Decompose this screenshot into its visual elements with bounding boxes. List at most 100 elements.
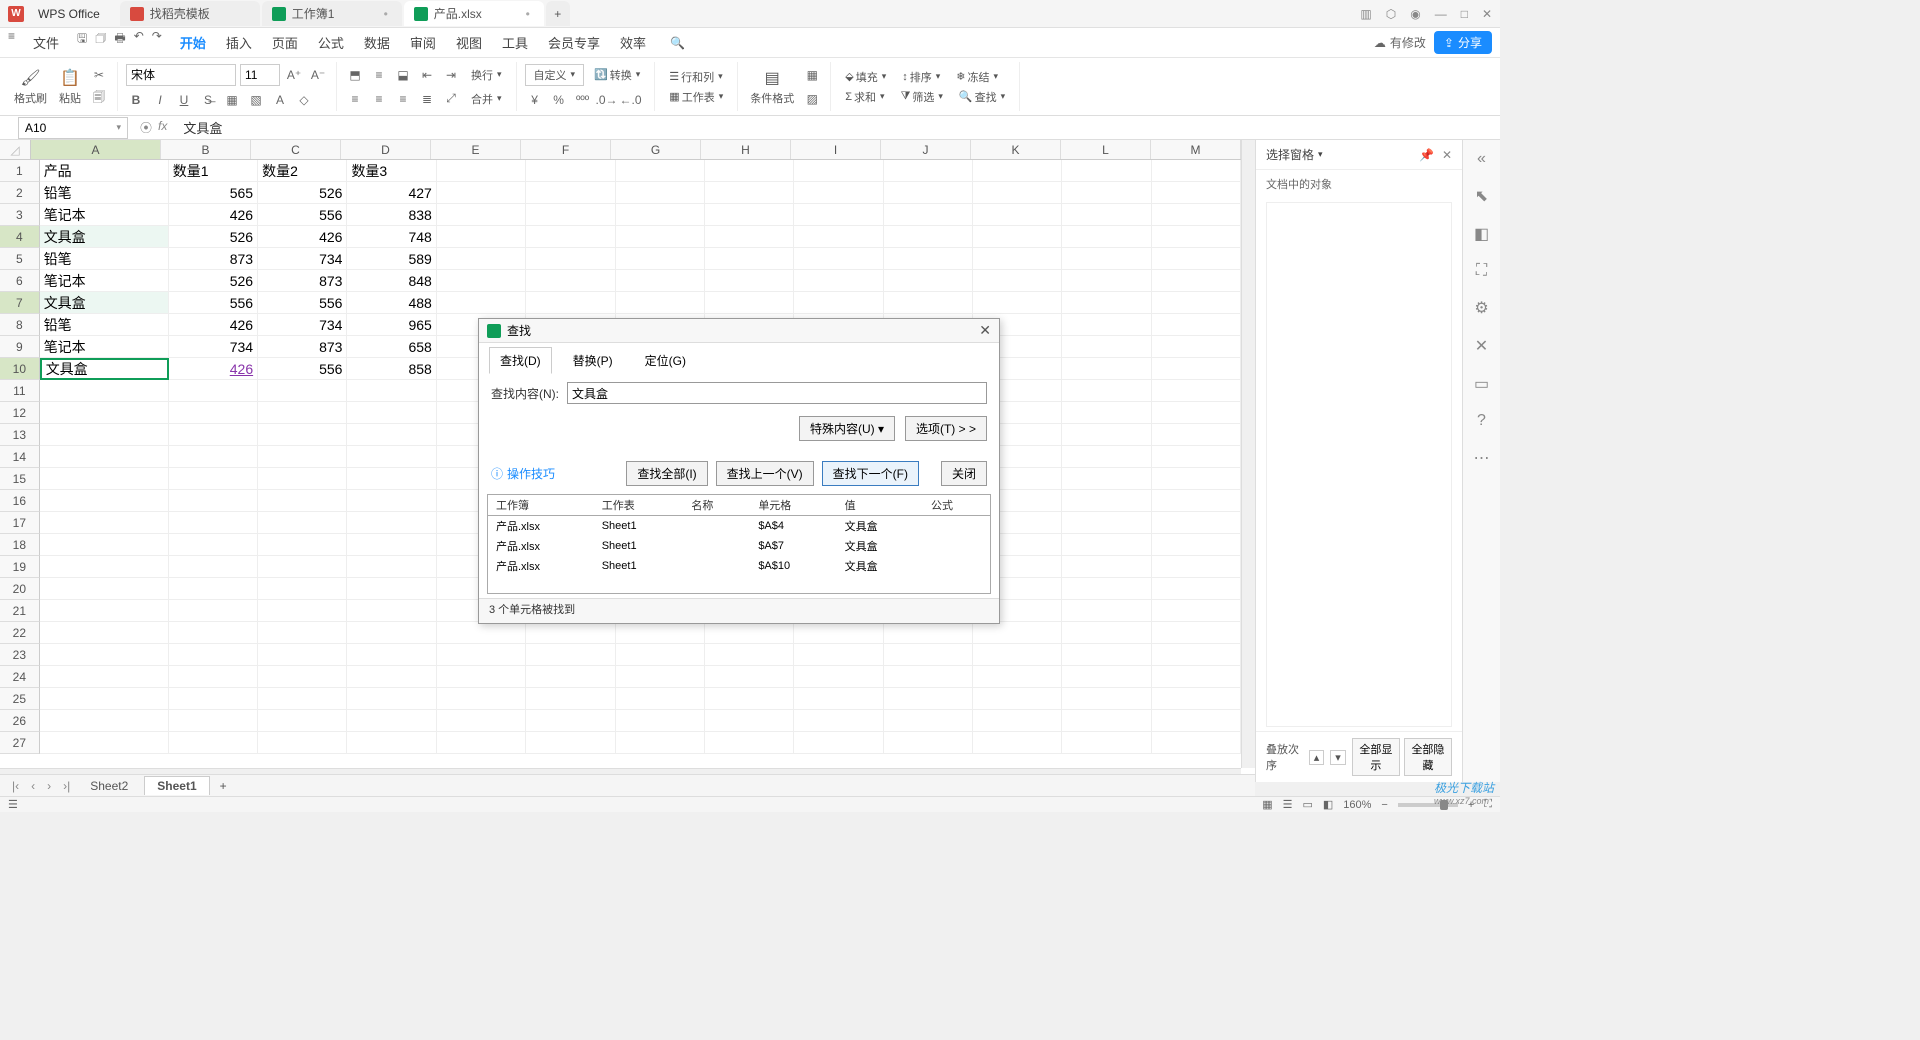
cell-L22[interactable] [1062,622,1151,644]
cell-L26[interactable] [1062,710,1151,732]
cell-H25[interactable] [705,688,794,710]
row-header[interactable]: 5 [0,248,40,270]
cell-D6[interactable]: 848 [347,270,436,292]
row-header[interactable]: 8 [0,314,40,336]
worksheet-button[interactable]: ▦ 工作表 [663,89,729,105]
justify-icon[interactable]: ≣ [417,89,437,109]
row-header[interactable]: 11 [0,380,40,402]
cell-B17[interactable] [169,512,258,534]
row-header[interactable]: 16 [0,490,40,512]
cell-G26[interactable] [616,710,705,732]
cell-E26[interactable] [437,710,526,732]
cell-H4[interactable] [705,226,794,248]
cell-I26[interactable] [794,710,883,732]
help-icon[interactable]: ? [1477,412,1486,430]
cell-E27[interactable] [437,732,526,754]
cell-D9[interactable]: 658 [347,336,436,358]
row-header[interactable]: 14 [0,446,40,468]
cell-B24[interactable] [169,666,258,688]
cell-E2[interactable] [437,182,526,204]
column-header-E[interactable]: E [431,140,521,159]
cell-D19[interactable] [347,556,436,578]
column-header-L[interactable]: L [1061,140,1151,159]
cell-M10[interactable] [1152,358,1241,380]
column-header-M[interactable]: M [1151,140,1241,159]
cell-F25[interactable] [526,688,615,710]
cell-G5[interactable] [616,248,705,270]
cell-G2[interactable] [616,182,705,204]
tab-goto[interactable]: 定位(G) [634,347,697,374]
cell-L11[interactable] [1062,380,1151,402]
cell-D13[interactable] [347,424,436,446]
cell-J5[interactable] [884,248,973,270]
row-header[interactable]: 6 [0,270,40,292]
indent-dec-icon[interactable]: ⇤ [417,65,437,85]
row-header[interactable]: 15 [0,468,40,490]
col-workbook[interactable]: 工作簿 [488,495,594,516]
prev-sheet-icon[interactable]: ‹ [27,779,39,793]
row-header[interactable]: 7 [0,292,40,314]
doc-tab-template[interactable]: 找稻壳模板 [120,1,260,26]
cell-B23[interactable] [169,644,258,666]
cell-M6[interactable] [1152,270,1241,292]
cell-D18[interactable] [347,534,436,556]
cell-A3[interactable]: 笔记本 [40,204,169,226]
cell-J26[interactable] [884,710,973,732]
cell-E23[interactable] [437,644,526,666]
cell-A23[interactable] [40,644,169,666]
cell-M11[interactable] [1152,380,1241,402]
row-header[interactable]: 10 [0,358,40,380]
row-header[interactable]: 25 [0,688,40,710]
column-header-K[interactable]: K [971,140,1061,159]
cut-icon[interactable]: ✂ [89,65,109,85]
cell-C23[interactable] [258,644,347,666]
cell-M2[interactable] [1152,182,1241,204]
cell-B7[interactable]: 556 [169,292,258,314]
cell-L23[interactable] [1062,644,1151,666]
vertical-scrollbar[interactable] [1241,140,1255,768]
cell-B20[interactable] [169,578,258,600]
cell-L4[interactable] [1062,226,1151,248]
cell-H6[interactable] [705,270,794,292]
share-tool-icon[interactable]: ⚙ [1474,298,1488,318]
book-tool-icon[interactable]: ▭ [1474,374,1489,394]
cell-J7[interactable] [884,292,973,314]
cell-L14[interactable] [1062,446,1151,468]
cell-I2[interactable] [794,182,883,204]
decimal-dec-icon[interactable]: ←.0 [621,90,641,110]
cell-I3[interactable] [794,204,883,226]
cell-A1[interactable]: 产品 [40,160,169,182]
font-size-select[interactable] [240,64,280,86]
share-button[interactable]: ⇪ 分享 [1434,31,1492,54]
col-value[interactable]: 值 [837,495,923,516]
cell-C20[interactable] [258,578,347,600]
column-header-I[interactable]: I [791,140,881,159]
column-header-B[interactable]: B [161,140,251,159]
menu-view[interactable]: 视图 [446,29,492,56]
cell-B11[interactable] [169,380,258,402]
cell-D3[interactable]: 838 [347,204,436,226]
cell-M18[interactable] [1152,534,1241,556]
row-header[interactable]: 24 [0,666,40,688]
cell-K3[interactable] [973,204,1062,226]
select-all-corner[interactable]: ◿ [0,140,31,159]
row-header[interactable]: 3 [0,204,40,226]
cell-K27[interactable] [973,732,1062,754]
align-right-icon[interactable]: ≡ [393,89,413,109]
cell-J23[interactable] [884,644,973,666]
thousands-icon[interactable]: ººº [573,90,593,110]
cell-M12[interactable] [1152,402,1241,424]
cell-I5[interactable] [794,248,883,270]
cell-B16[interactable] [169,490,258,512]
cell-L13[interactable] [1062,424,1151,446]
next-sheet-icon[interactable]: › [43,779,55,793]
cell-M8[interactable] [1152,314,1241,336]
cell-D23[interactable] [347,644,436,666]
cell-G25[interactable] [616,688,705,710]
row-header[interactable]: 27 [0,732,40,754]
cell-D5[interactable]: 589 [347,248,436,270]
cell-L19[interactable] [1062,556,1151,578]
cell-M14[interactable] [1152,446,1241,468]
menu-insert[interactable]: 插入 [216,29,262,56]
column-header-D[interactable]: D [341,140,431,159]
